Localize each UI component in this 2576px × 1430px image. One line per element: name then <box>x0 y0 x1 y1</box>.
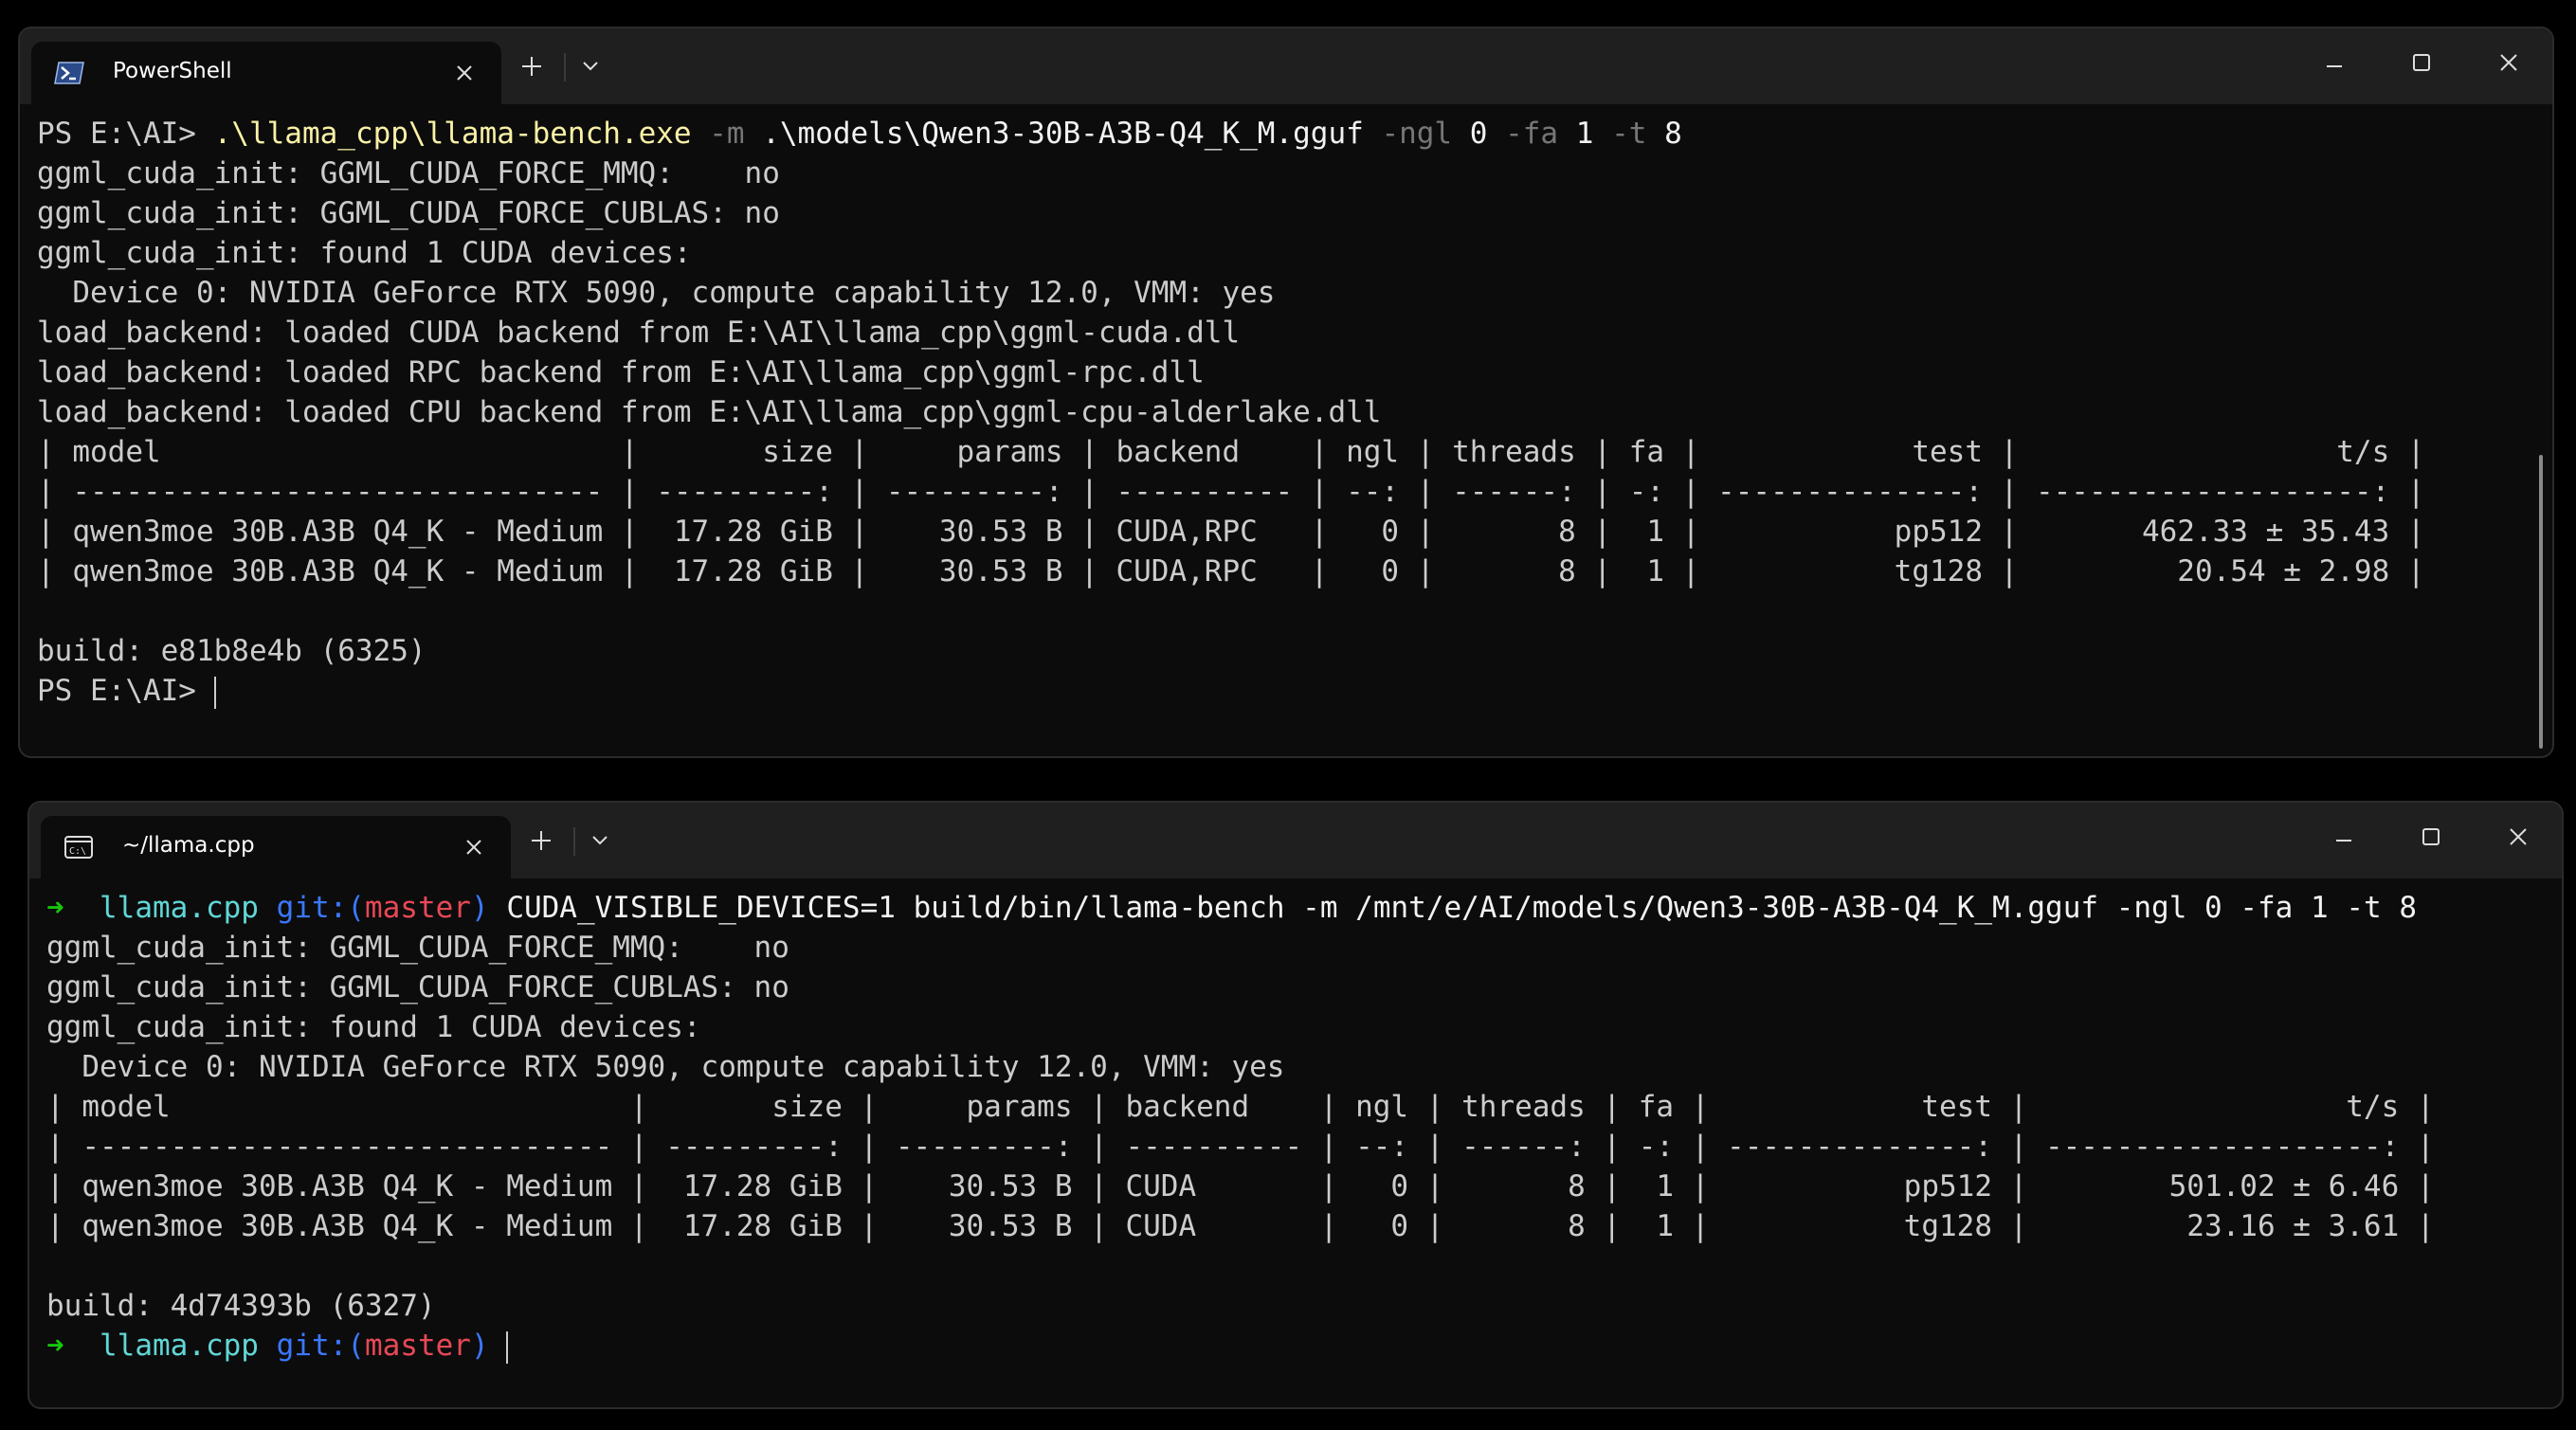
svg-text:C:\: C:\ <box>69 846 86 857</box>
tab-title: ~/llama.cpp <box>122 833 255 858</box>
flag: -t <box>1593 117 1665 151</box>
table-row: | qwen3moe 30B.A3B Q4_K - Medium | 17.28… <box>37 515 2425 549</box>
prompt-arrow-icon: ➜ <box>46 891 64 925</box>
scrollbar[interactable] <box>2539 455 2543 749</box>
build-line: build: e81b8e4b (6325) <box>37 634 426 668</box>
output-line: load_backend: loaded CPU backend from E:… <box>37 395 1382 429</box>
maximize-button[interactable] <box>2378 32 2465 89</box>
close-tab-icon[interactable] <box>446 55 482 91</box>
output-line: ggml_cuda_init: GGML_CUDA_FORCE_MMQ: no <box>37 156 780 190</box>
output-line: load_backend: loaded RPC backend from E:… <box>37 355 1205 389</box>
flag-value: 1 <box>1575 117 1594 151</box>
flag-value: 8 <box>1664 117 1682 151</box>
new-tab-plus-icon[interactable] <box>522 822 560 860</box>
git-label: git:( <box>276 891 365 925</box>
table-separator-row: | ------------------------------ | -----… <box>37 475 2425 509</box>
git-label-close: ) <box>470 891 489 925</box>
title-bar[interactable]: PowerShell <box>20 28 2552 104</box>
close-tab-icon[interactable] <box>456 829 492 865</box>
terminal-content[interactable]: PS E:\AI> .\llama_cpp\llama-bench.exe -m… <box>20 104 2552 756</box>
output-line: ggml_cuda_init: GGML_CUDA_FORCE_CUBLAS: … <box>46 970 789 1005</box>
output-line: ggml_cuda_init: GGML_CUDA_FORCE_MMQ: no <box>46 931 789 965</box>
tab-separator <box>573 827 575 856</box>
table-row: | qwen3moe 30B.A3B Q4_K - Medium | 17.28… <box>37 554 2425 588</box>
table-separator-row: | ------------------------------ | -----… <box>46 1130 2435 1164</box>
git-branch: master <box>364 891 471 925</box>
flag-value: 0 <box>1469 117 1488 151</box>
close-window-button[interactable] <box>2465 32 2552 89</box>
chevron-down-icon[interactable] <box>581 824 619 858</box>
tab-separator <box>564 53 566 81</box>
minimize-button[interactable] <box>2291 32 2378 89</box>
table-header-row: | model | size | params | backend | ngl … <box>46 1090 2435 1124</box>
command-line: ➜ llama.cpp git:(master) CUDA_VISIBLE_DE… <box>46 888 2435 928</box>
prompt: PS E:\AI> <box>37 674 214 708</box>
prompt-line: ➜ llama.cpp git:(master) <box>46 1326 2435 1366</box>
output-line: ggml_cuda_init: found 1 CUDA devices: <box>46 1010 701 1044</box>
powershell-icon <box>54 61 84 85</box>
command-line: PS E:\AI> .\llama_cpp\llama-bench.exe -m… <box>37 114 2425 154</box>
command-text: CUDA_VISIBLE_DEVICES=1 build/bin/llama-b… <box>506 891 2417 925</box>
maximize-button[interactable] <box>2387 806 2475 863</box>
output-line: ggml_cuda_init: GGML_CUDA_FORCE_CUBLAS: … <box>37 196 780 230</box>
prompt: PS E:\AI> <box>37 117 214 151</box>
git-label: git:( <box>276 1329 365 1363</box>
output-line: load_backend: loaded CUDA backend from E… <box>37 316 1241 350</box>
tab-powershell[interactable]: PowerShell <box>31 42 501 104</box>
git-branch: master <box>364 1329 471 1363</box>
command-exe: .\llama_cpp\llama-bench.exe <box>213 117 692 151</box>
terminal-content[interactable]: ➜ llama.cpp git:(master) CUDA_VISIBLE_DE… <box>29 878 2562 1407</box>
flag: -fa <box>1487 117 1576 151</box>
model-path: .\models\Qwen3-30B-A3B-Q4_K_M.gguf <box>762 117 1364 151</box>
output-line: ggml_cuda_init: found 1 CUDA devices: <box>37 236 692 270</box>
new-tab-plus-icon[interactable] <box>513 47 551 85</box>
table-row: | qwen3moe 30B.A3B Q4_K - Medium | 17.28… <box>46 1169 2435 1204</box>
output-line: Device 0: NVIDIA GeForce RTX 5090, compu… <box>37 276 1276 310</box>
output-line: Device 0: NVIDIA GeForce RTX 5090, compu… <box>46 1050 1285 1084</box>
prompt-arrow-icon: ➜ <box>46 1329 64 1363</box>
chevron-down-icon[interactable] <box>571 49 609 83</box>
git-label-close: ) <box>470 1329 489 1363</box>
tab-title: PowerShell <box>113 59 232 83</box>
table-row: | qwen3moe 30B.A3B Q4_K - Medium | 17.28… <box>46 1209 2435 1243</box>
powershell-terminal-window: PowerShell PS E:\AI> .\llama_cpp\llama-b… <box>18 27 2554 758</box>
prompt-line: PS E:\AI> <box>37 671 2425 711</box>
text-cursor <box>506 1330 509 1364</box>
tab-llama-cpp[interactable]: C:\ ~/llama.cpp <box>41 816 511 878</box>
linux-terminal-window: C:\ ~/llama.cpp ➜ llama.cpp git:(master)… <box>27 801 2564 1409</box>
text-cursor <box>213 676 216 709</box>
close-window-button[interactable] <box>2475 806 2562 863</box>
build-line: build: 4d74393b (6327) <box>46 1289 436 1323</box>
prompt-directory: llama.cpp <box>100 1329 259 1363</box>
terminal-icon: C:\ <box>63 835 94 860</box>
prompt-directory: llama.cpp <box>100 891 259 925</box>
minimize-button[interactable] <box>2300 806 2387 863</box>
flag: -m <box>691 117 763 151</box>
flag: -ngl <box>1363 117 1470 151</box>
title-bar[interactable]: C:\ ~/llama.cpp <box>29 803 2562 878</box>
table-header-row: | model | size | params | backend | ngl … <box>37 435 2425 469</box>
